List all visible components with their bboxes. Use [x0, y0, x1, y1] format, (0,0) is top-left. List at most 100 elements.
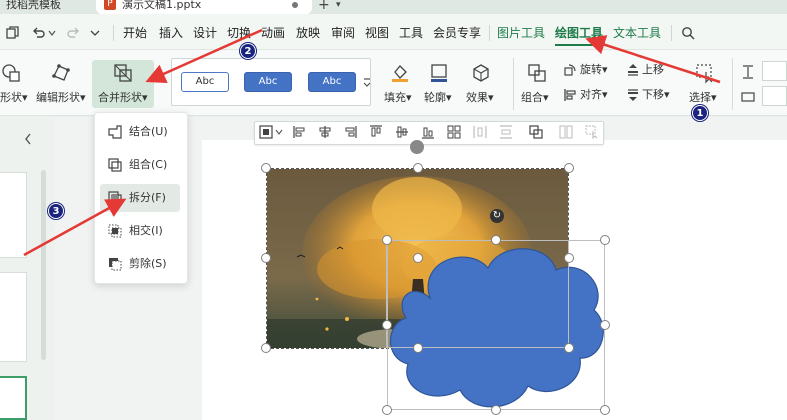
rotate-icon[interactable] [563, 63, 577, 77]
resize-handle[interactable] [261, 163, 271, 173]
menu-slideshow[interactable]: 放映 [296, 26, 320, 40]
resize-handle[interactable] [413, 253, 423, 263]
resize-handle[interactable] [600, 320, 610, 330]
align-left-icon[interactable] [293, 125, 307, 139]
rotate-label[interactable]: 旋转▾ [580, 64, 608, 76]
menu-view[interactable]: 视图 [365, 26, 389, 40]
menu-item-intersect[interactable]: 相交(I) [129, 224, 163, 238]
menu-home[interactable]: 开始 [123, 26, 147, 40]
menu-bar [0, 14, 787, 50]
resize-handle[interactable] [564, 253, 574, 263]
resize-handle[interactable] [564, 343, 574, 353]
align-center-icon[interactable] [318, 125, 332, 139]
undo-dropdown-icon[interactable] [48, 29, 56, 37]
align-top-icon[interactable] [369, 125, 383, 139]
slide-thumbnail[interactable] [0, 172, 27, 258]
send-backward-label[interactable]: 下移▾ [642, 89, 670, 101]
align-label[interactable]: 对齐▾ [580, 89, 608, 101]
menu-picture-tools[interactable]: 图片工具 [497, 26, 545, 40]
rotate-handle-icon[interactable]: ↻ [490, 209, 504, 223]
slide-thumbnail-active[interactable] [0, 376, 27, 420]
align-icon[interactable] [563, 88, 577, 102]
shape-label[interactable]: 形状▾ [0, 92, 28, 104]
resize-handle[interactable] [413, 343, 423, 353]
resize-handle[interactable] [491, 235, 501, 245]
fill-label[interactable]: 填充▾ [384, 92, 412, 104]
group-label[interactable]: 组合▾ [521, 92, 549, 104]
align-middle-icon[interactable] [395, 125, 409, 139]
style-chip-outline[interactable]: Abc [181, 72, 229, 92]
shape-icon[interactable] [0, 62, 22, 84]
resize-handle[interactable] [261, 343, 271, 353]
menu-item-fragment[interactable]: 拆分(F) [129, 191, 166, 205]
fill-icon[interactable] [389, 62, 411, 84]
frame-icon[interactable] [259, 125, 273, 139]
copy-icon[interactable] [6, 26, 20, 40]
height-input[interactable] [762, 61, 787, 81]
distribute-horizontal-icon[interactable] [473, 125, 487, 139]
resize-handle[interactable] [413, 163, 423, 173]
resize-handle[interactable] [382, 235, 392, 245]
rotate-handle-icon[interactable] [410, 140, 424, 154]
new-tab-button[interactable]: + [318, 0, 330, 12]
style-chip-filled[interactable]: Abc [244, 72, 292, 92]
more-dropdown-icon[interactable] [90, 29, 100, 37]
edit-shape-icon[interactable] [50, 62, 72, 84]
menu-review[interactable]: 审阅 [331, 26, 355, 40]
height-icon [743, 65, 753, 79]
merge-shape-label[interactable]: 合并形状▾ [98, 92, 148, 104]
collapse-pane-icon[interactable] [24, 133, 32, 145]
frame-dropdown-icon[interactable] [275, 129, 283, 135]
resize-handle[interactable] [382, 405, 392, 415]
grid-distribute-icon[interactable] [447, 125, 461, 139]
menu-animation[interactable]: 动画 [261, 26, 285, 40]
style-more-icon[interactable] [363, 76, 371, 88]
width-input[interactable] [762, 86, 787, 106]
style-chip-filled-dark[interactable]: Abc [308, 72, 356, 92]
unsaved-dot-icon[interactable] [292, 2, 298, 8]
redo-icon[interactable] [66, 26, 80, 40]
resize-handle[interactable] [261, 253, 271, 263]
group-icon[interactable] [526, 62, 548, 84]
tab-template[interactable]: 找稻壳模板 [0, 0, 96, 14]
subtract-icon [109, 258, 122, 271]
ungroup-icon[interactable] [559, 125, 573, 139]
resize-handle[interactable] [491, 405, 501, 415]
align-right-icon[interactable] [343, 125, 357, 139]
selection-pane-icon[interactable] [585, 125, 599, 139]
bring-forward-label[interactable]: 上移 [642, 64, 664, 76]
menu-transition[interactable]: 切换 [227, 26, 251, 40]
bring-forward-icon[interactable] [626, 63, 640, 77]
resize-handle[interactable] [564, 163, 574, 173]
menu-design[interactable]: 设计 [193, 26, 217, 40]
ribbon-divider [513, 58, 514, 110]
thumbnail-scrollbar[interactable] [41, 170, 46, 360]
menu-drawing-tools[interactable]: 绘图工具 [555, 26, 603, 40]
menu-item-subtract[interactable]: 剪除(S) [129, 257, 167, 271]
menu-item-union[interactable]: 结合(U) [129, 125, 168, 139]
select-icon[interactable] [694, 62, 716, 84]
new-tab-dropdown-icon[interactable]: ▾ [336, 0, 341, 10]
menu-insert[interactable]: 插入 [159, 26, 183, 40]
distribute-vertical-icon[interactable] [499, 125, 513, 139]
slide-thumbnail[interactable] [0, 272, 27, 362]
menu-text-tools[interactable]: 文本工具 [613, 26, 661, 40]
resize-handle[interactable] [600, 405, 610, 415]
outline-label[interactable]: 轮廓▾ [424, 92, 452, 104]
resize-handle[interactable] [600, 235, 610, 245]
group-objects-icon[interactable] [529, 125, 543, 139]
resize-handle[interactable] [382, 320, 392, 330]
effect-label[interactable]: 效果▾ [466, 92, 494, 104]
menu-tools[interactable]: 工具 [399, 26, 423, 40]
menu-item-combine[interactable]: 组合(C) [129, 158, 167, 172]
menu-member[interactable]: 会员专享 [433, 26, 481, 40]
align-bottom-icon[interactable] [421, 125, 435, 139]
send-backward-icon[interactable] [626, 88, 640, 102]
search-icon[interactable] [681, 26, 695, 40]
outline-icon[interactable] [428, 62, 450, 84]
select-label[interactable]: 选择▾ [689, 92, 717, 104]
effect-icon[interactable] [470, 62, 492, 84]
merge-shape-icon[interactable] [112, 62, 134, 84]
undo-icon[interactable] [32, 26, 46, 40]
edit-shape-label[interactable]: 编辑形状▾ [36, 92, 86, 104]
